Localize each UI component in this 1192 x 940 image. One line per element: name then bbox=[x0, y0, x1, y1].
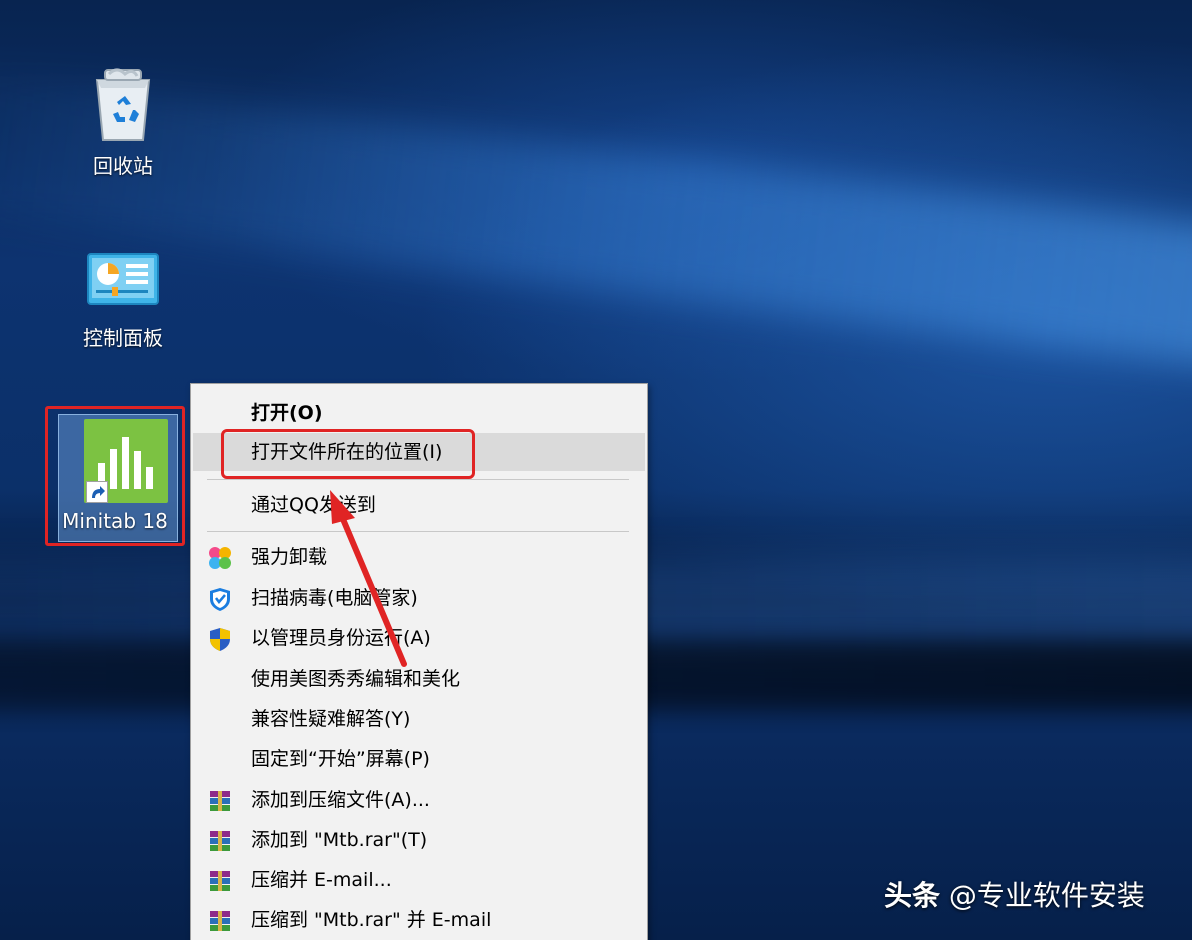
menu-item-label: 扫描病毒(电脑管家) bbox=[251, 587, 418, 609]
shield-icon bbox=[210, 588, 230, 611]
menu-item-label: 以管理员身份运行(A) bbox=[251, 627, 431, 649]
menu-item-label: 固定到“开始”屏幕(P) bbox=[251, 748, 430, 770]
menu-item-label: 添加到 "Mtb.rar"(T) bbox=[251, 829, 428, 851]
menu-item-meitu-edit[interactable]: 使用美图秀秀编辑和美化 bbox=[193, 660, 645, 698]
menu-item-label: 使用美图秀秀编辑和美化 bbox=[251, 668, 461, 690]
watermark-author: @专业软件安装 bbox=[948, 879, 1145, 912]
menu-item-label: 压缩到 "Mtb.rar" 并 E-mail bbox=[251, 909, 492, 931]
menu-item-label: 强力卸载 bbox=[251, 546, 328, 568]
control-panel-icon bbox=[87, 253, 159, 305]
watermark-prefix: 头条 bbox=[884, 879, 941, 912]
menu-item-send-via-qq[interactable]: 通过QQ发送到 bbox=[193, 486, 645, 524]
shortcut-arrow-icon bbox=[86, 481, 108, 503]
winrar-icon bbox=[210, 911, 230, 931]
menu-item-compatibility-troubleshoot[interactable]: 兼容性疑难解答(Y) bbox=[193, 700, 645, 738]
menu-item-compress-to-mtb-rar-and-email[interactable]: 压缩到 "Mtb.rar" 并 E-mail bbox=[193, 901, 645, 939]
menu-separator bbox=[207, 531, 629, 532]
menu-item-label: 通过QQ发送到 bbox=[251, 494, 376, 516]
menu-item-add-to-mtb-rar[interactable]: 添加到 "Mtb.rar"(T) bbox=[193, 821, 645, 859]
recycle-bin-icon bbox=[95, 68, 151, 141]
menu-item-open[interactable]: 打开(O) bbox=[193, 394, 645, 432]
menu-item-label: 压缩并 E-mail... bbox=[251, 869, 392, 891]
menu-item-scan-virus[interactable]: 扫描病毒(电脑管家) bbox=[193, 579, 645, 617]
desktop-icon-recycle-bin[interactable]: 回收站 bbox=[58, 64, 188, 178]
desktop-icon-control-panel[interactable]: 控制面板 bbox=[58, 252, 188, 350]
recycle-bin-label: 回收站 bbox=[93, 154, 153, 178]
winrar-icon bbox=[210, 871, 230, 891]
menu-item-force-uninstall[interactable]: 强力卸载 bbox=[193, 538, 645, 576]
winrar-icon bbox=[210, 791, 230, 811]
menu-item-run-as-admin[interactable]: 以管理员身份运行(A) bbox=[193, 619, 645, 657]
desktop-background: 回收站 控制面板 Minitab 18 打开(O) 打开文件所在的位置(I) 通… bbox=[0, 0, 1192, 940]
minitab-label: Minitab 18 bbox=[62, 509, 168, 533]
annotation-highlight-box bbox=[221, 429, 475, 479]
watermark: 头条 @专业软件安装 bbox=[884, 876, 1145, 916]
menu-item-compress-and-email[interactable]: 压缩并 E-mail... bbox=[193, 861, 645, 899]
uac-shield-icon bbox=[210, 628, 230, 651]
menu-item-label: 打开(O) bbox=[251, 402, 323, 424]
menu-item-label: 添加到压缩文件(A)... bbox=[251, 789, 430, 811]
clover-icon bbox=[209, 547, 231, 569]
winrar-icon bbox=[210, 831, 230, 851]
menu-item-label: 兼容性疑难解答(Y) bbox=[251, 708, 411, 730]
desktop-icon-minitab[interactable]: Minitab 18 bbox=[45, 406, 185, 546]
menu-separator bbox=[207, 479, 629, 480]
menu-item-pin-to-start[interactable]: 固定到“开始”屏幕(P) bbox=[193, 740, 645, 778]
control-panel-label: 控制面板 bbox=[83, 326, 163, 350]
menu-item-add-to-archive[interactable]: 添加到压缩文件(A)... bbox=[193, 781, 645, 819]
